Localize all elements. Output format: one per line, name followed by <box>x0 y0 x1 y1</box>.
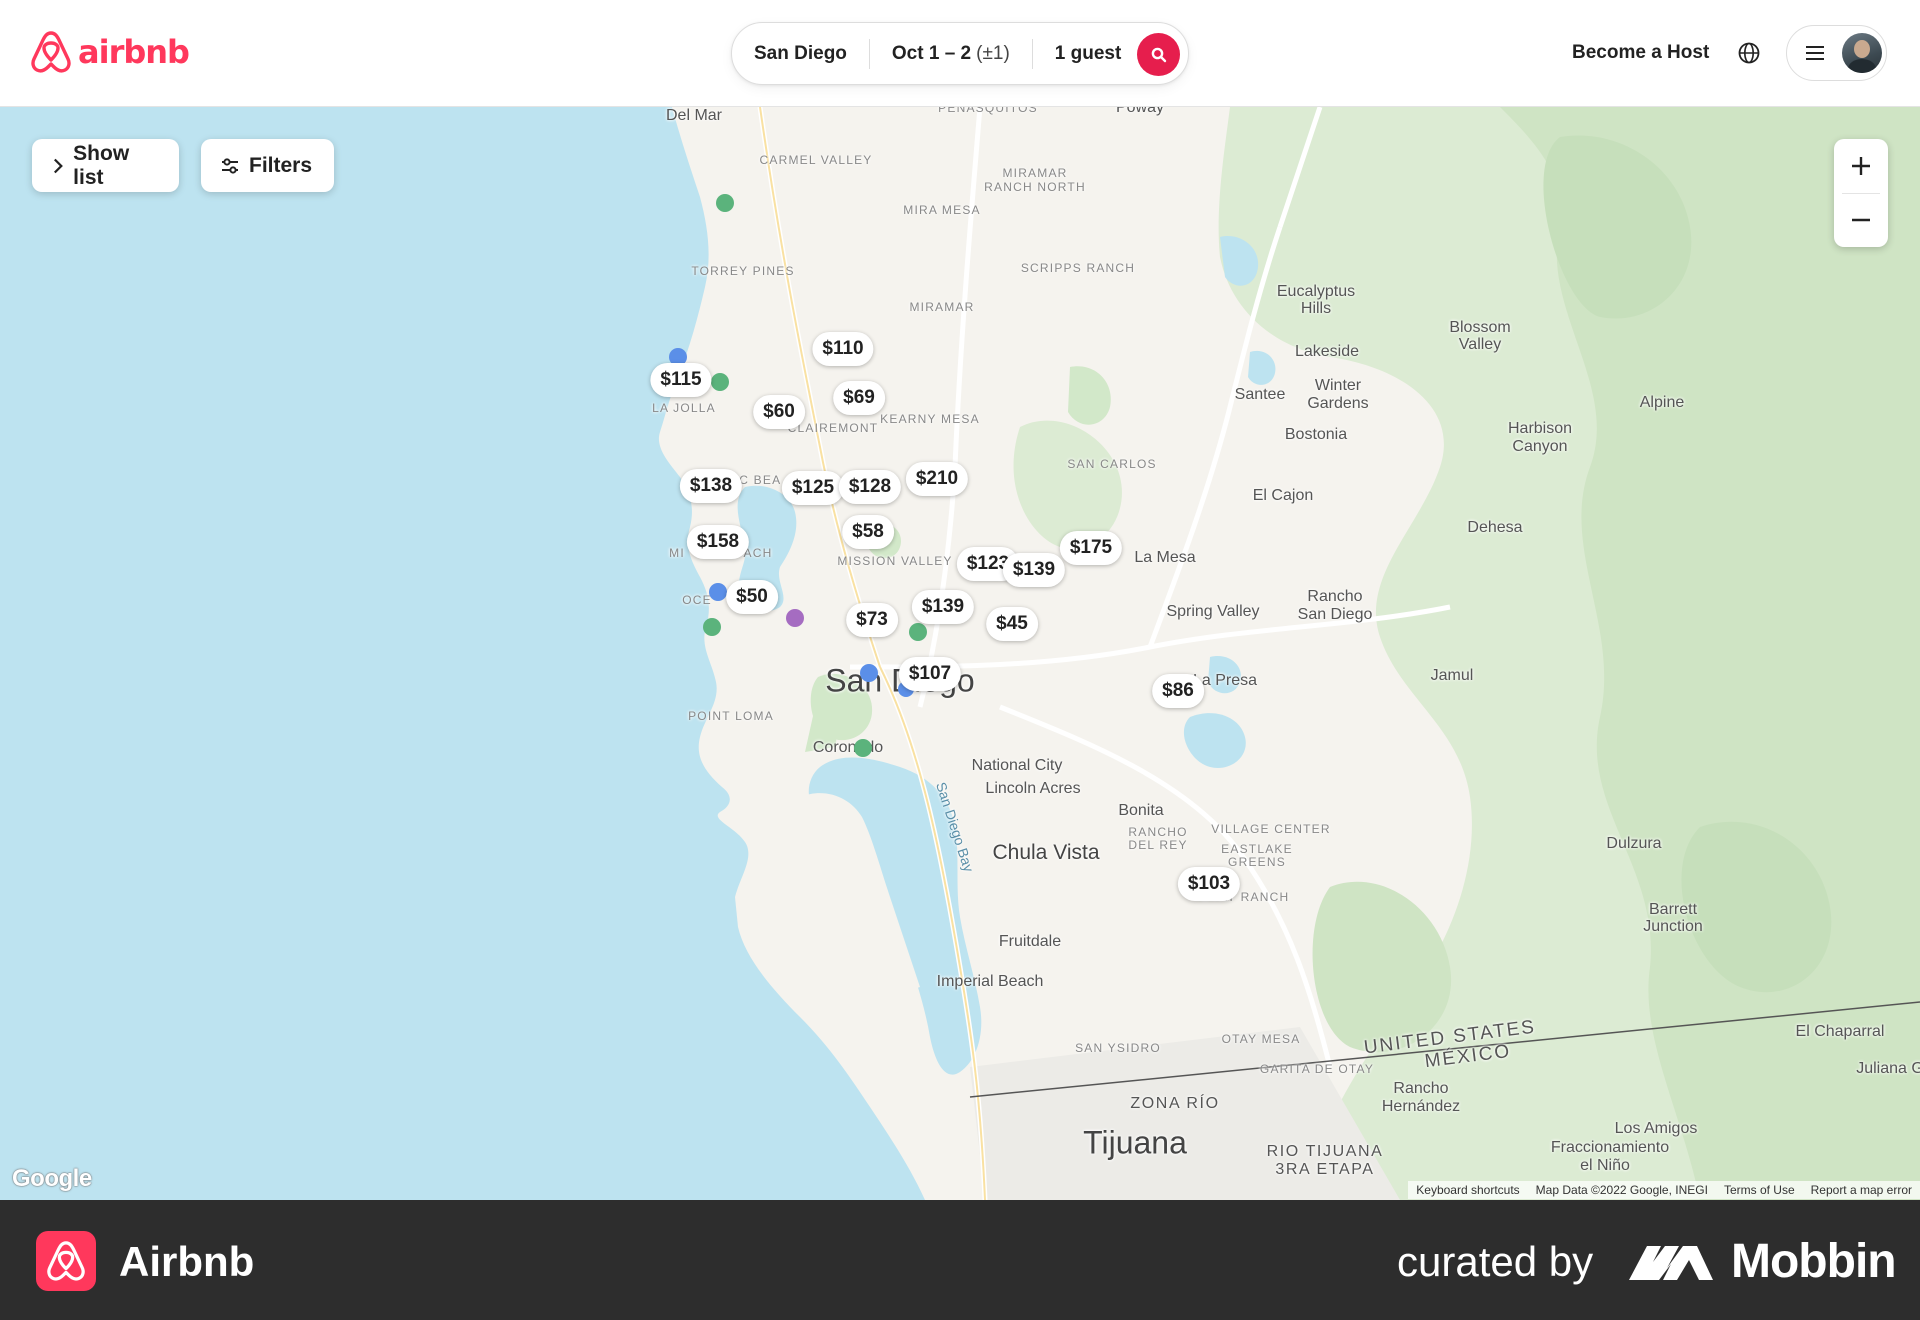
zoom-in-button[interactable] <box>1834 139 1888 193</box>
sliders-icon <box>222 157 238 174</box>
user-menu-button[interactable] <box>1786 25 1887 81</box>
price-pin[interactable]: $107 <box>898 657 962 691</box>
search-button[interactable] <box>1137 33 1180 76</box>
terms-link[interactable]: Terms of Use <box>1724 1183 1795 1197</box>
google-logo[interactable]: Google <box>12 1165 92 1193</box>
zoom-controls <box>1834 139 1888 247</box>
search-dates[interactable]: Oct 1 – 2 (±1) <box>870 38 1032 70</box>
price-pin[interactable]: $73 <box>846 603 898 637</box>
price-pin[interactable]: $45 <box>986 607 1038 641</box>
price-pin[interactable]: $158 <box>686 525 750 559</box>
mobbin-logo: Mobbin <box>1627 1234 1897 1289</box>
search-location-text: San Diego <box>754 42 847 64</box>
search-guests[interactable]: 1 guest <box>1033 38 1144 70</box>
price-pin[interactable]: $210 <box>905 462 969 496</box>
airbnb-app-icon <box>36 1231 96 1291</box>
search-bar[interactable]: San Diego Oct 1 – 2 (±1) 1 guest <box>731 22 1189 85</box>
filters-label: Filters <box>249 153 313 177</box>
chevron-right-icon <box>54 158 63 173</box>
price-pin[interactable]: $86 <box>1152 674 1204 708</box>
airbnb-belo-icon <box>47 1241 85 1281</box>
hamburger-menu-icon <box>1806 46 1824 60</box>
mobbin-mark-icon <box>1629 1245 1713 1280</box>
become-host-link[interactable]: Become a Host <box>1572 42 1709 64</box>
top-nav: airbnb San Diego Oct 1 – 2 (±1) 1 guest … <box>0 0 1920 107</box>
mobbin-wordmark: Mobbin <box>1731 1235 1897 1288</box>
price-pin[interactable]: $128 <box>838 470 902 504</box>
show-list-label: Show list <box>73 141 130 189</box>
plus-icon <box>1852 157 1870 175</box>
price-pin[interactable]: $138 <box>679 469 743 503</box>
price-pin[interactable]: $103 <box>1177 867 1241 901</box>
price-pin[interactable]: $110 <box>812 332 874 366</box>
footer-app-name: Airbnb <box>119 1238 255 1285</box>
minus-icon <box>1852 218 1870 222</box>
poi-layer <box>669 194 927 757</box>
map-attribution-bar: Keyboard shortcuts Map Data ©2022 Google… <box>1408 1181 1920 1199</box>
footer-curated-by: curated by <box>1397 1238 1594 1285</box>
show-list-button[interactable]: Show list <box>32 139 179 192</box>
report-error-link[interactable]: Report a map error <box>1811 1183 1912 1197</box>
price-pin[interactable]: $58 <box>842 515 894 549</box>
search-icon <box>1151 47 1166 62</box>
price-pin[interactable]: $139 <box>1002 553 1066 587</box>
search-dates-flex: (±1) <box>976 42 1010 64</box>
price-pin[interactable]: $115 <box>650 363 712 397</box>
price-pin[interactable]: $69 <box>833 381 885 415</box>
airbnb-logo[interactable]: airbnb <box>30 30 190 74</box>
brand-wordmark: airbnb <box>78 33 190 71</box>
search-location[interactable]: San Diego <box>732 38 869 70</box>
price-pin[interactable]: $125 <box>781 471 845 505</box>
globe-icon[interactable] <box>1737 41 1761 65</box>
search-guests-text: 1 guest <box>1054 42 1122 64</box>
price-pin[interactable]: $139 <box>911 590 975 624</box>
price-pin[interactable]: $175 <box>1059 531 1123 565</box>
transit-poi-icon <box>786 609 804 627</box>
map-data-text: Map Data ©2022 Google, INEGI <box>1535 1183 1708 1197</box>
map-view[interactable]: Del Mar PEÑASQUITOS Poway CARMEL VALLEY … <box>0 107 1920 1200</box>
keyboard-shortcuts-link[interactable]: Keyboard shortcuts <box>1416 1183 1519 1197</box>
filters-button[interactable]: Filters <box>201 139 334 192</box>
price-pin[interactable]: $50 <box>726 580 778 614</box>
zoom-out-button[interactable] <box>1834 193 1888 247</box>
user-avatar <box>1842 33 1882 73</box>
price-pin[interactable]: $60 <box>753 395 805 429</box>
airbnb-belo-icon <box>31 31 71 73</box>
search-dates-text: Oct 1 – 2 <box>891 42 972 64</box>
